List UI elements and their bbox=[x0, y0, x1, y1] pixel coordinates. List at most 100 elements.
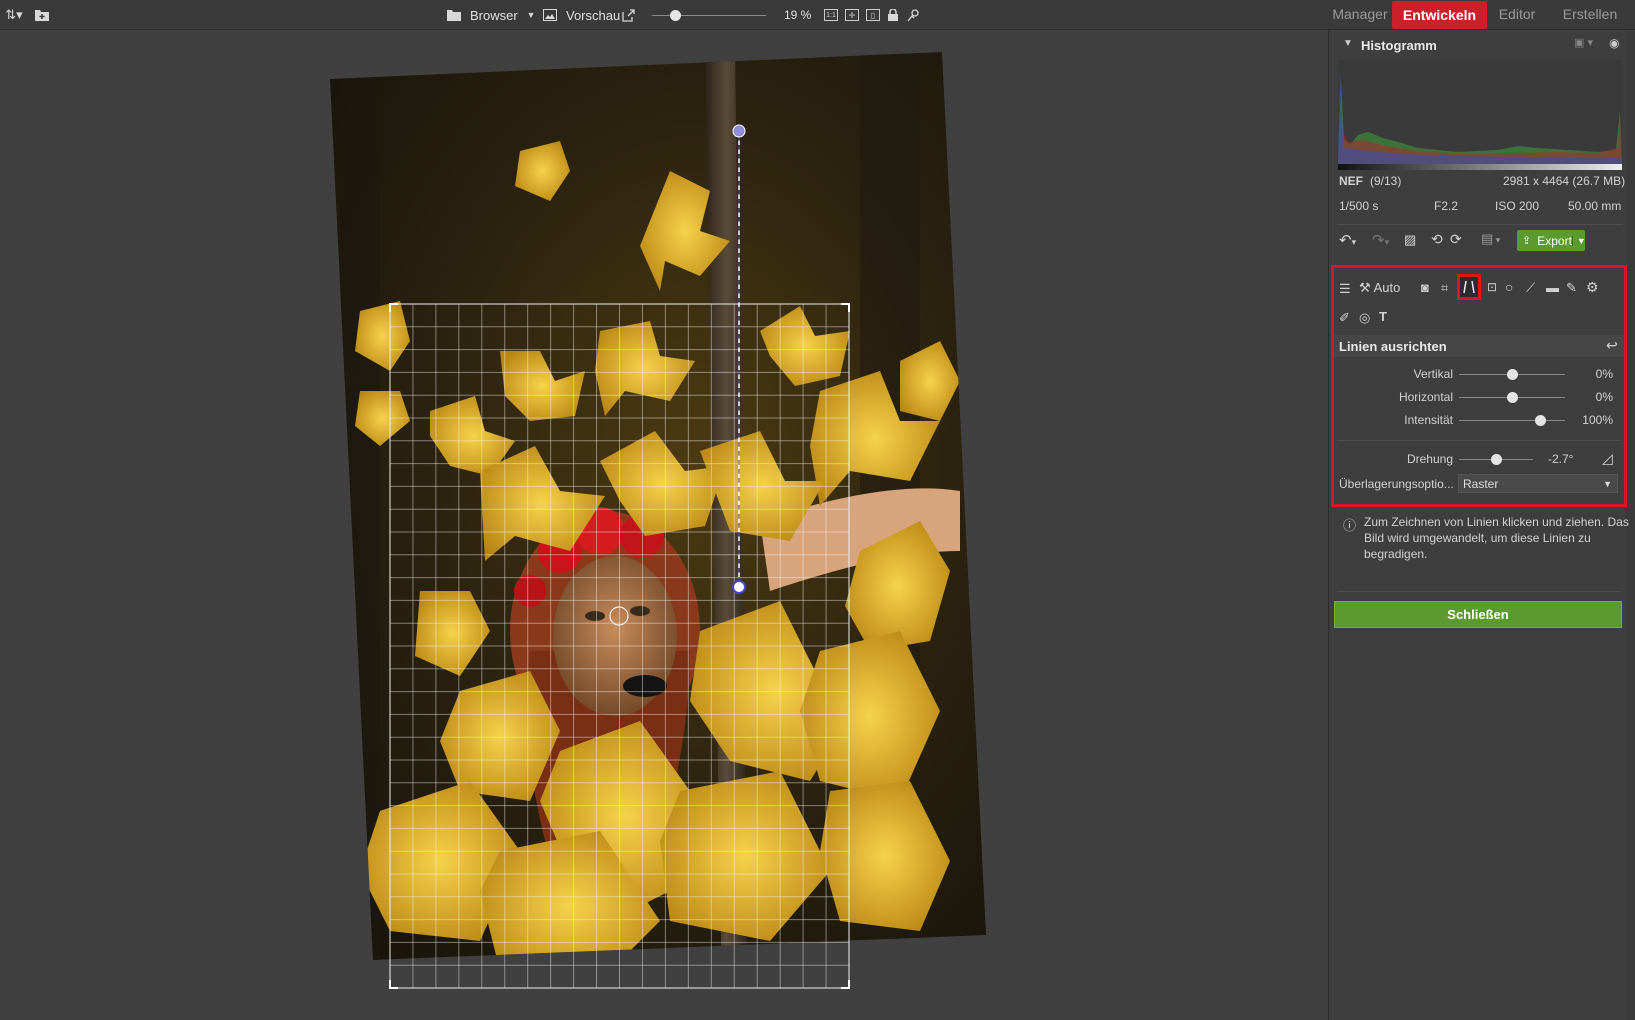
save-button[interactable]: ▤ ▾ bbox=[1481, 231, 1500, 247]
lock-button[interactable] bbox=[887, 0, 899, 30]
focal-length: 50.00 mm bbox=[1568, 199, 1622, 213]
photo-preview[interactable] bbox=[0, 31, 1328, 1020]
folder-add-icon bbox=[34, 9, 50, 21]
circle-icon: ○ bbox=[1505, 279, 1514, 295]
crop-grid-overlay[interactable] bbox=[389, 303, 850, 989]
tab-manager[interactable]: Manager bbox=[1316, 0, 1404, 28]
undo-button[interactable]: ↶▾ bbox=[1339, 231, 1356, 249]
slider-label: Vertikal bbox=[1413, 367, 1453, 381]
zoom-fit-icon: ✛ bbox=[845, 9, 859, 21]
tab-label: Erstellen bbox=[1562, 6, 1618, 22]
histogram-options-icon[interactable]: ▣ ▾ bbox=[1574, 36, 1593, 49]
eraser-tool-button[interactable]: ✐ bbox=[1339, 310, 1350, 326]
settings-button[interactable]: ⚙ bbox=[1586, 279, 1599, 296]
reset-button[interactable]: ↩ bbox=[1606, 337, 1618, 354]
eraser-icon: ✐ bbox=[1339, 310, 1350, 325]
sliders-icon: ☰ bbox=[1339, 281, 1351, 296]
angle-icon: ◿ bbox=[1602, 450, 1613, 466]
info-text-line2: Bild wird umgewandelt, um diese Linien z… bbox=[1364, 531, 1591, 545]
crop-tool-button[interactable]: ⌗ bbox=[1441, 280, 1448, 296]
histogram-graph bbox=[1338, 60, 1622, 170]
image-icon: ▨ bbox=[1404, 232, 1417, 247]
collapse-histogram-icon[interactable]: ▼ bbox=[1343, 38, 1353, 49]
slider-value[interactable]: 0% bbox=[1569, 367, 1613, 381]
radial-tool-button[interactable]: ○ bbox=[1505, 279, 1513, 295]
slider-value[interactable]: 0% bbox=[1569, 390, 1613, 404]
compare-icon bbox=[906, 8, 920, 22]
chevron-down-icon: ▼ bbox=[1603, 478, 1612, 489]
close-button[interactable]: Schließen bbox=[1334, 601, 1622, 628]
align-lines-tool-button[interactable] bbox=[1457, 274, 1481, 300]
photo-content bbox=[330, 52, 986, 960]
export-button[interactable]: ⇪ Export ▼ bbox=[1517, 230, 1586, 251]
mask-tool-button[interactable]: ◎ bbox=[1359, 310, 1370, 326]
zoom-fit-button[interactable]: ✛ bbox=[845, 0, 859, 30]
zoom-fill-button[interactable]: ▯ bbox=[866, 0, 880, 30]
compare-button[interactable] bbox=[906, 0, 920, 30]
histogram-toggle-icon[interactable]: ◉ bbox=[1609, 36, 1619, 50]
image-dimensions: 2981 x 4464 (26.7 MB) bbox=[1503, 174, 1626, 188]
tool-panel-highlight bbox=[1331, 265, 1627, 507]
info-icon: ⓘ bbox=[1343, 518, 1357, 533]
slider-value[interactable]: 100% bbox=[1569, 413, 1613, 427]
rotation-slider-knob[interactable] bbox=[1491, 454, 1502, 465]
folder-button[interactable] bbox=[34, 0, 50, 30]
gradient-tool-button[interactable]: ▬ bbox=[1546, 280, 1559, 295]
gear-icon: ⚙ bbox=[1586, 279, 1599, 295]
open-external-button[interactable] bbox=[620, 0, 636, 30]
tab-editor[interactable]: Editor bbox=[1490, 0, 1544, 28]
zoom-slider-knob[interactable] bbox=[669, 10, 681, 21]
magic-wand-icon: ⚒ bbox=[1359, 280, 1371, 295]
auto-button[interactable]: ⚒ Auto bbox=[1359, 280, 1400, 296]
view-dropdown[interactable]: ▼ bbox=[526, 0, 536, 30]
slider-track[interactable] bbox=[1459, 420, 1565, 421]
rotate-left-icon: ⟲ bbox=[1431, 231, 1443, 247]
transform-icon: ⊡ bbox=[1487, 280, 1498, 294]
aperture: F2.2 bbox=[1434, 199, 1459, 213]
iso: ISO 200 bbox=[1495, 199, 1540, 213]
pen-tool-button[interactable]: ✎ bbox=[1566, 280, 1577, 296]
angle-tool-button[interactable]: ◿ bbox=[1602, 450, 1613, 467]
camera-icon: ◙ bbox=[1421, 280, 1429, 295]
image-canvas[interactable] bbox=[0, 31, 1328, 1020]
overlay-select[interactable]: Raster ▼ bbox=[1458, 474, 1618, 493]
zoom-actual-icon: 1:1 bbox=[824, 9, 838, 21]
rotate-right-button[interactable]: ⟳ bbox=[1450, 231, 1462, 248]
slider-label: Horizontal bbox=[1398, 390, 1453, 404]
preview-label: Vorschau bbox=[566, 7, 621, 23]
rotate-left-button[interactable]: ⟲ bbox=[1431, 231, 1443, 248]
slider-knob[interactable] bbox=[1534, 415, 1546, 426]
image-icon bbox=[542, 9, 558, 21]
chevron-down-icon: ▼ bbox=[526, 10, 536, 20]
preview-button[interactable]: Vorschau bbox=[542, 0, 620, 30]
image-view-button[interactable]: ▨ bbox=[1404, 232, 1416, 248]
export-label: Export bbox=[1537, 233, 1572, 248]
slider-knob[interactable] bbox=[1507, 369, 1518, 380]
tab-entwickeln[interactable]: Entwickeln bbox=[1392, 1, 1487, 29]
adjustments-button[interactable]: ☰ bbox=[1339, 281, 1351, 297]
zoom-1to1-button[interactable]: 1:1 bbox=[824, 0, 838, 30]
brush-tool-button[interactable]: ⟋ bbox=[1526, 280, 1535, 296]
rotation-value[interactable]: -2.7° bbox=[1548, 452, 1573, 466]
export-dropdown-icon[interactable]: ▼ bbox=[1571, 235, 1586, 246]
tab-erstellen[interactable]: Erstellen bbox=[1555, 0, 1625, 28]
transform-tool-button[interactable]: ⊡ bbox=[1487, 280, 1497, 294]
redo-button[interactable]: ↷▾ bbox=[1372, 231, 1389, 249]
sort-button[interactable]: ⇅▾ bbox=[2, 0, 26, 30]
crop-icon: ⌗ bbox=[1441, 280, 1449, 295]
camera-tool-button[interactable]: ◙ bbox=[1421, 280, 1429, 295]
lock-icon bbox=[887, 9, 899, 21]
info-text-line1: Zum Zeichnen von Linien klicken und zieh… bbox=[1364, 515, 1629, 529]
tab-label: Editor bbox=[1498, 6, 1536, 22]
info-text-line3: begradigen. bbox=[1364, 547, 1428, 561]
text-tool-button[interactable]: T bbox=[1379, 309, 1387, 324]
divider bbox=[1337, 224, 1623, 225]
browser-button[interactable]: Browser bbox=[446, 0, 518, 30]
undo-icon: ↶ bbox=[1339, 232, 1352, 249]
tab-label: Entwickeln bbox=[1402, 7, 1477, 23]
tool-panel-title: Linien ausrichten bbox=[1339, 339, 1447, 354]
divider bbox=[1337, 440, 1621, 441]
slider-knob[interactable] bbox=[1507, 392, 1518, 403]
tab-label: Manager bbox=[1332, 6, 1388, 22]
histogram-title: Histogramm bbox=[1361, 38, 1437, 53]
